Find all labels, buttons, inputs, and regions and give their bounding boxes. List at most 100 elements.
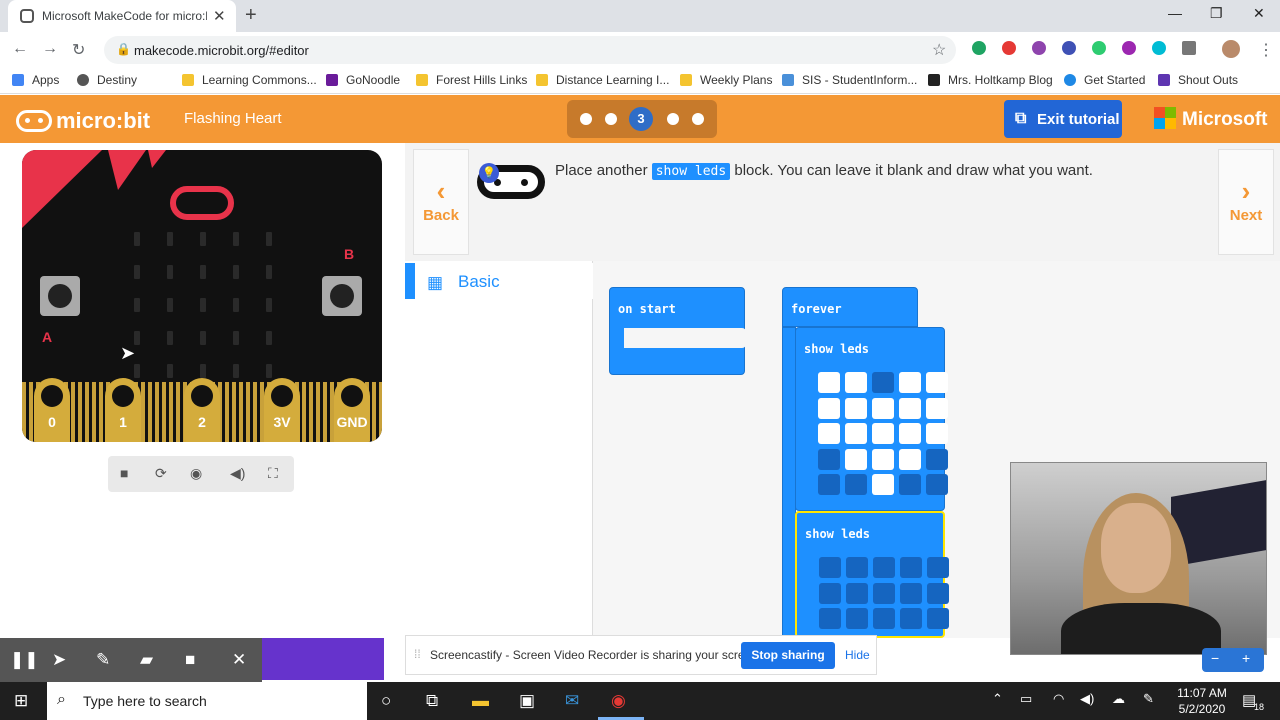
- step-dot[interactable]: [605, 113, 617, 125]
- led[interactable]: [134, 232, 140, 246]
- bookmark-distance-learning[interactable]: Distance Learning I...: [536, 73, 669, 87]
- bookmark-destiny[interactable]: Destiny: [77, 73, 137, 87]
- led[interactable]: [134, 298, 140, 312]
- browser-tab[interactable]: Microsoft MakeCode for micro:bit ✕: [8, 0, 236, 32]
- pin-2[interactable]: 2: [184, 378, 220, 442]
- button-b[interactable]: [322, 276, 362, 316]
- chrome-icon[interactable]: ◉: [611, 691, 626, 711]
- led-cell[interactable]: [900, 582, 922, 604]
- led-cell[interactable]: [818, 474, 840, 495]
- led[interactable]: [266, 265, 272, 279]
- pause-icon[interactable]: ❚❚: [10, 650, 39, 670]
- led-cell[interactable]: [845, 423, 867, 444]
- led[interactable]: [233, 265, 239, 279]
- led-cell[interactable]: [926, 474, 948, 495]
- led[interactable]: [233, 298, 239, 312]
- extension-icon[interactable]: [1062, 41, 1076, 55]
- led[interactable]: [200, 265, 206, 279]
- stop-icon[interactable]: ■: [120, 465, 128, 481]
- stop-sharing-button[interactable]: Stop sharing: [741, 642, 835, 669]
- pen-icon[interactable]: ✎: [96, 650, 110, 670]
- task-view-icon[interactable]: ⧉: [426, 691, 438, 711]
- taskbar-search[interactable]: ⌕ Type here to search: [47, 682, 367, 720]
- pin-3v[interactable]: 3V: [264, 378, 300, 442]
- fullscreen-icon[interactable]: ⛶: [268, 465, 278, 482]
- led-cell[interactable]: [873, 557, 895, 578]
- led-cell[interactable]: [873, 608, 895, 629]
- led-cell[interactable]: [872, 448, 894, 470]
- led[interactable]: [200, 364, 206, 378]
- system-clock[interactable]: 11:07 AM 5/2/2020: [1170, 685, 1234, 717]
- led-cell[interactable]: [899, 397, 921, 419]
- show-leds-block[interactable]: show leds: [795, 327, 948, 511]
- zoom-out-icon[interactable]: −: [1211, 650, 1219, 666]
- address-bar[interactable]: 🔒 makecode.microbit.org/#editor ☆: [104, 36, 956, 64]
- bookmark-apps[interactable]: Apps: [12, 73, 59, 87]
- microsoft-logo[interactable]: Microsoft: [1154, 107, 1268, 131]
- exit-tutorial-button[interactable]: ⧉ Exit tutorial: [1004, 100, 1122, 138]
- close-tab-icon[interactable]: ✕: [213, 7, 226, 25]
- mail-icon[interactable]: ✉: [565, 691, 579, 711]
- led-cell[interactable]: [846, 582, 868, 604]
- download-button[interactable]: [262, 638, 384, 680]
- led[interactable]: [266, 232, 272, 246]
- back-icon[interactable]: ←: [12, 40, 28, 58]
- extension-icon[interactable]: [1122, 41, 1136, 55]
- led-cell[interactable]: [818, 448, 840, 470]
- led[interactable]: [167, 265, 173, 279]
- bookmark-forest-hills-links[interactable]: Forest Hills Links: [416, 73, 527, 87]
- forever-block[interactable]: forever: [782, 287, 918, 327]
- led[interactable]: [167, 298, 173, 312]
- step-dot[interactable]: [692, 113, 704, 125]
- onedrive-icon[interactable]: ☁: [1112, 691, 1125, 707]
- led-cell[interactable]: [819, 582, 841, 604]
- slow-motion-icon[interactable]: ◉: [190, 465, 202, 482]
- led-cell[interactable]: [899, 372, 921, 393]
- extension-icon[interactable]: [1092, 41, 1106, 55]
- bookmark-sis[interactable]: SIS - StudentInform...: [782, 73, 917, 87]
- led-cell[interactable]: [873, 582, 895, 604]
- pin-0[interactable]: 0: [34, 378, 70, 442]
- current-step[interactable]: 3: [629, 107, 653, 131]
- led-cell[interactable]: [926, 448, 948, 470]
- led-cell[interactable]: [899, 423, 921, 444]
- store-icon[interactable]: ▣: [519, 691, 535, 711]
- step-dot[interactable]: [580, 113, 592, 125]
- led-cell[interactable]: [846, 608, 868, 629]
- led-cell[interactable]: [818, 397, 840, 419]
- led[interactable]: [200, 331, 206, 345]
- led[interactable]: [233, 331, 239, 345]
- bookmark-learning-commons[interactable]: Learning Commons...: [182, 73, 317, 87]
- led-cell[interactable]: [927, 557, 949, 578]
- led[interactable]: [134, 364, 140, 378]
- bookmark-shout-outs[interactable]: Shout Outs: [1158, 73, 1238, 87]
- led-cell[interactable]: [846, 557, 868, 578]
- led-cell[interactable]: [927, 608, 949, 629]
- file-explorer-icon[interactable]: ▬: [472, 691, 489, 711]
- close-window-icon[interactable]: ✕: [1253, 5, 1265, 22]
- led-cell[interactable]: [819, 557, 841, 578]
- extensions-menu-icon[interactable]: [1182, 41, 1196, 55]
- minimize-icon[interactable]: —: [1168, 5, 1182, 21]
- led-cell[interactable]: [899, 474, 921, 495]
- led[interactable]: [134, 265, 140, 279]
- led-cell[interactable]: [872, 372, 894, 393]
- pen-workspace-icon[interactable]: ✎: [1143, 691, 1154, 707]
- show-hidden-icons-icon[interactable]: ⌃: [992, 691, 1003, 707]
- cortana-icon[interactable]: ○: [381, 691, 391, 711]
- forward-icon[interactable]: →: [42, 40, 58, 58]
- led-cell[interactable]: [927, 582, 949, 604]
- bookmark-weekly-plans[interactable]: Weekly Plans: [680, 73, 772, 87]
- wifi-icon[interactable]: ◠: [1053, 691, 1064, 707]
- led-cell[interactable]: [926, 372, 948, 393]
- led-cell[interactable]: [819, 608, 841, 629]
- led[interactable]: [167, 331, 173, 345]
- led[interactable]: [200, 232, 206, 246]
- led[interactable]: [167, 232, 173, 246]
- windows-start-icon[interactable]: ⊞: [14, 691, 28, 711]
- microbit-simulator[interactable]: A B 0 1 2 3V GND: [22, 150, 382, 442]
- led[interactable]: [233, 364, 239, 378]
- led-cell[interactable]: [845, 397, 867, 419]
- led-cell[interactable]: [845, 372, 867, 393]
- category-basic[interactable]: ▦ Basic: [405, 263, 593, 299]
